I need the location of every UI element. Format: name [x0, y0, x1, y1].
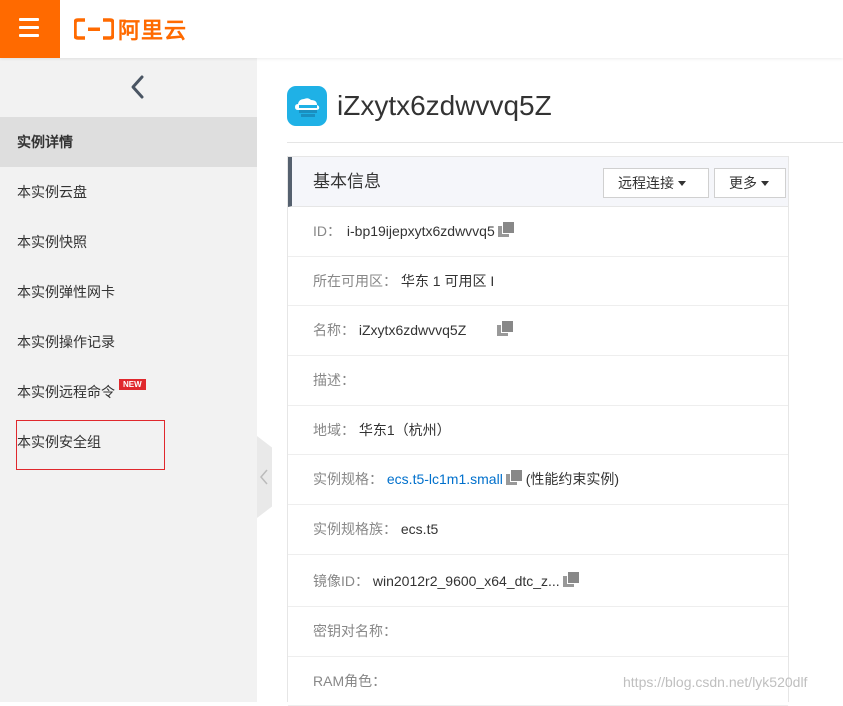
field-label: 地域： — [313, 422, 355, 438]
copy-icon[interactable] — [506, 470, 522, 486]
field-label: 实例规格： — [313, 471, 383, 487]
region-value: 华东1（杭州） — [359, 422, 451, 438]
sidebar-item-label: 实例详情 — [17, 134, 73, 150]
copy-icon[interactable] — [497, 321, 513, 337]
info-rows: ID： i-bp19ijepxytx6zdwvvq5 所在可用区： 华东 1 可… — [288, 207, 788, 706]
panel-title: 基本信息 — [313, 157, 381, 207]
sidebar-item-label: 本实例远程命令 — [17, 384, 115, 400]
sidebar-item-snapshots[interactable]: 本实例快照 — [0, 217, 257, 267]
info-row-region: 地域： 华东1（杭州） — [288, 406, 788, 456]
zone-value: 华东 1 可用区 I — [401, 273, 494, 289]
more-button[interactable]: 更多 — [714, 168, 786, 198]
info-row-image: 镜像ID： win2012r2_9600_x64_dtc_z... — [288, 555, 788, 607]
field-label: 所在可用区： — [313, 273, 397, 289]
sidebar-item-security-groups[interactable]: 本实例安全组 — [0, 417, 257, 467]
title-divider — [287, 142, 843, 143]
info-row-description: 描述： — [288, 356, 788, 406]
sidebar-item-label: 本实例快照 — [17, 234, 87, 250]
instance-name-value: iZxytx6zdwvvq5Z — [359, 322, 466, 338]
instance-type-link[interactable]: ecs.t5-lc1m1.small — [387, 471, 503, 487]
page-title: iZxytx6zdwvvq5Z — [337, 90, 552, 122]
copy-icon[interactable] — [498, 222, 514, 238]
field-label: 镜像ID： — [313, 573, 369, 589]
panel-header: 基本信息 远程连接 更多 — [288, 157, 788, 207]
aliyun-logo-icon — [74, 18, 114, 40]
more-label: 更多 — [729, 175, 757, 191]
new-badge: NEW — [119, 379, 146, 390]
sidebar-item-label: 本实例操作记录 — [17, 334, 115, 350]
aliyun-logo[interactable]: 阿里云 — [74, 13, 187, 45]
remote-connect-label: 远程连接 — [618, 175, 674, 191]
sidebar-item-remote-commands[interactable]: 本实例远程命令 NEW — [0, 367, 257, 417]
chevron-left-icon[interactable] — [124, 72, 152, 102]
caret-down-icon — [761, 181, 769, 186]
instance-id-value: i-bp19ijepxytx6zdwvvq5 — [347, 223, 495, 239]
info-row-id: ID： i-bp19ijepxytx6zdwvvq5 — [288, 207, 788, 257]
field-label: RAM角色： — [313, 673, 386, 689]
instance-type-note: (性能约束实例) — [526, 471, 619, 487]
info-row-zone: 所在可用区： 华东 1 可用区 I — [288, 257, 788, 307]
brand-name: 阿里云 — [118, 13, 187, 45]
info-row-spec: 实例规格： ecs.t5-lc1m1.small (性能约束实例) — [288, 455, 788, 505]
sidebar-item-instance-details[interactable]: 实例详情 — [0, 117, 257, 167]
sidebar: 实例详情 本实例云盘 本实例快照 本实例弹性网卡 本实例操作记录 本实例远程命令… — [0, 58, 257, 702]
sidebar-item-label: 本实例安全组 — [17, 434, 101, 450]
caret-down-icon — [678, 181, 686, 186]
sidebar-item-operation-log[interactable]: 本实例操作记录 — [0, 317, 257, 367]
sidebar-toggle[interactable] — [257, 436, 272, 518]
field-label: 实例规格族： — [313, 521, 397, 537]
instance-header: iZxytx6zdwvvq5Z — [287, 86, 552, 126]
info-row-name: 名称： iZxytx6zdwvvq5Z — [288, 306, 788, 356]
ecs-instance-icon — [287, 86, 327, 126]
basic-info-panel: 基本信息 远程连接 更多 ID： i-bp19ijepxytx6zdwvvq5 … — [287, 156, 789, 702]
sidebar-item-label: 本实例弹性网卡 — [17, 284, 115, 300]
field-label: ID： — [313, 223, 341, 239]
sidebar-item-disks[interactable]: 本实例云盘 — [0, 167, 257, 217]
sidebar-nav: 实例详情 本实例云盘 本实例快照 本实例弹性网卡 本实例操作记录 本实例远程命令… — [0, 117, 257, 467]
field-label: 名称： — [313, 322, 355, 338]
info-row-family: 实例规格族： ecs.t5 — [288, 505, 788, 555]
chevron-left-icon — [259, 468, 269, 486]
top-bar: 阿里云 — [0, 0, 843, 58]
watermark: https://blog.csdn.net/lyk520dlf — [623, 674, 807, 690]
menu-icon[interactable] — [0, 0, 60, 58]
image-id-value: win2012r2_9600_x64_dtc_z... — [373, 573, 560, 589]
remote-connect-button[interactable]: 远程连接 — [603, 168, 709, 198]
copy-icon[interactable] — [563, 572, 579, 588]
sidebar-item-eni[interactable]: 本实例弹性网卡 — [0, 267, 257, 317]
family-value: ecs.t5 — [401, 521, 438, 537]
field-label: 描述： — [313, 372, 355, 388]
field-label: 密钥对名称： — [313, 623, 397, 639]
info-row-keypair: 密钥对名称： — [288, 607, 788, 657]
sidebar-item-label: 本实例云盘 — [17, 184, 87, 200]
